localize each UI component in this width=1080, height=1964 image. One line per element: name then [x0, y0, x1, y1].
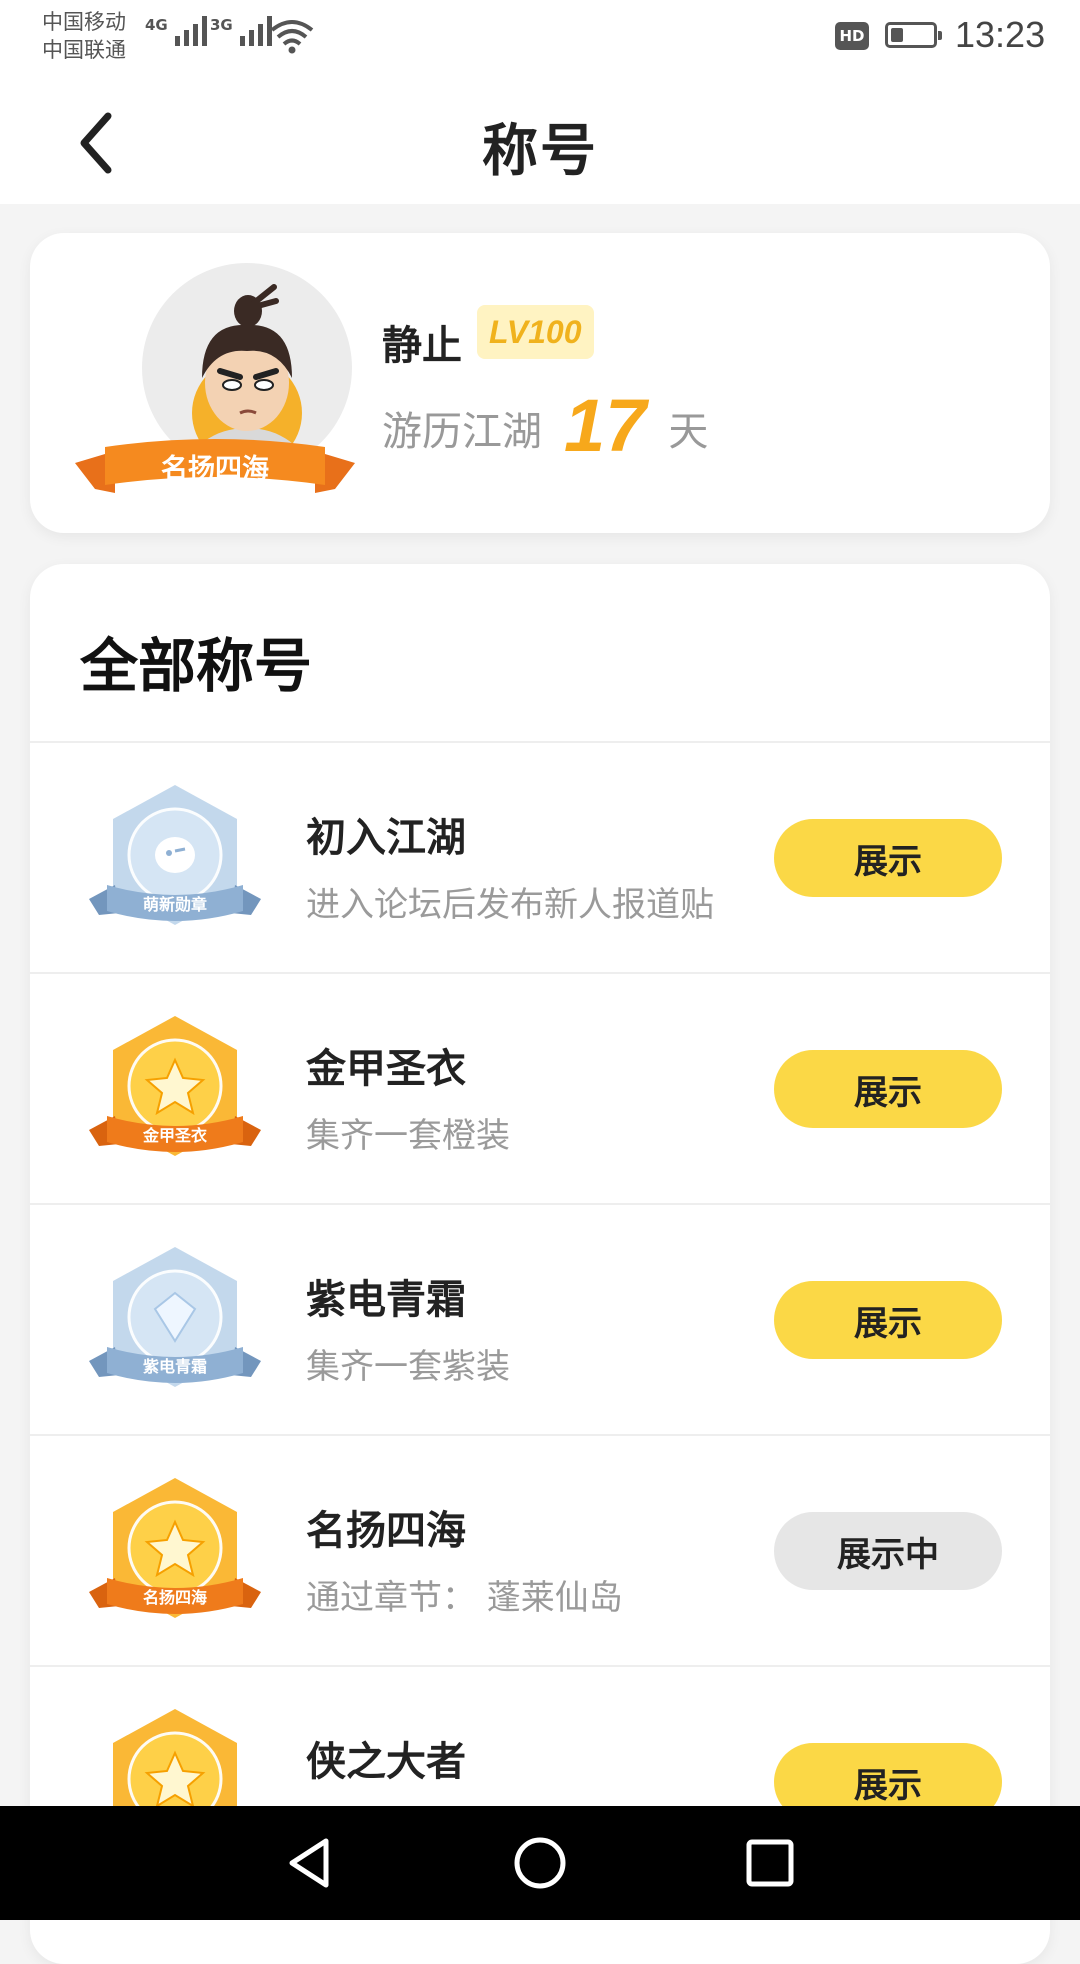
title-name: 侠之大者 [306, 1739, 466, 1785]
avatar[interactable]: 名扬四海 [75, 263, 355, 513]
signal-3g-icon: 3G [210, 16, 272, 46]
title-description: 通过章节： 蓬莱仙岛 [306, 1578, 623, 1618]
days-value: 17 [564, 384, 647, 467]
days-unit: 天 [668, 409, 709, 455]
title-description: 集齐一套橙装 [306, 1116, 510, 1156]
status-bar: 中国移动 中国联通 4G 3G HD 13:23 [0, 0, 1080, 78]
title-row: 金甲圣衣 金甲圣衣 集齐一套橙装 展示 [30, 972, 1050, 1203]
title-description: 进入论坛后发布新人报道贴 [306, 885, 714, 925]
page-title: 称号 [482, 119, 598, 184]
carrier-names: 中国移动 中国联通 [42, 8, 126, 64]
system-nav-bar [0, 1806, 1080, 1920]
profile-card: 名扬四海 静止 LV100 游历江湖 17 天 [30, 233, 1050, 533]
titles-list: 萌新勋章 初入江湖 进入论坛后发布新人报道贴 展示 金甲圣衣 金甲圣衣 集齐一套橙装 展示 紫电… [30, 741, 1050, 1896]
carrier-1: 中国移动 [42, 10, 126, 34]
silver-medal-icon: 萌新勋章 [85, 781, 265, 941]
display-button[interactable]: 展示 [774, 819, 1002, 897]
badge-label: 名扬四海 [142, 1588, 207, 1607]
title-name: 金甲圣衣 [306, 1046, 466, 1092]
section-title: 全部称号 [80, 632, 313, 700]
display-button[interactable]: 展示 [774, 1281, 1002, 1359]
title-name: 紫电青霜 [306, 1277, 466, 1323]
square-recents-icon[interactable] [740, 1833, 800, 1893]
hd-badge: HD [835, 22, 869, 50]
nickname: 静止 [382, 323, 462, 369]
circle-home-icon[interactable] [510, 1833, 570, 1893]
avatar-ribbon-text: 名扬四海 [161, 454, 269, 485]
title-name: 名扬四海 [306, 1508, 466, 1554]
title-row: 紫电青霜 紫电青霜 集齐一套紫装 展示 [30, 1203, 1050, 1434]
title-name: 初入江湖 [306, 815, 466, 861]
silver-medal-icon: 紫电青霜 [85, 1243, 265, 1403]
battery-icon [885, 22, 942, 48]
wifi-icon [270, 20, 314, 54]
gold-medal-icon: 名扬四海 [85, 1474, 265, 1634]
signal-4g-icon: 4G [145, 16, 207, 46]
title-description: 集齐一套紫装 [306, 1347, 510, 1387]
badge-label: 紫电青霜 [142, 1357, 207, 1376]
carrier-2: 中国联通 [42, 38, 126, 62]
titles-card: 全部称号 萌新勋章 初入江湖 进入论坛后发布新人报道贴 展示 金甲圣衣 金甲圣衣 集齐一套橙… [30, 564, 1050, 1964]
triangle-back-icon[interactable] [280, 1833, 340, 1893]
top-header: 称号 [0, 78, 1080, 204]
displaying-button[interactable]: 展示中 [774, 1512, 1002, 1590]
gold-medal-icon: 金甲圣衣 [85, 1012, 265, 1172]
clock: 13:23 [955, 14, 1046, 55]
days-line: 游历江湖 17 天 [382, 383, 708, 463]
title-row: 萌新勋章 初入江湖进入论坛后发布新人报道贴 展示 [30, 741, 1050, 972]
title-row: 名扬四海 名扬四海 通过章节： 蓬莱仙岛 展示中 [30, 1434, 1050, 1665]
days-label: 游历江湖 [382, 409, 542, 455]
display-button[interactable]: 展示 [774, 1050, 1002, 1128]
badge-label: 金甲圣衣 [142, 1126, 207, 1145]
badge-label: 萌新勋章 [142, 895, 207, 914]
level-badge: LV100 [477, 305, 594, 359]
